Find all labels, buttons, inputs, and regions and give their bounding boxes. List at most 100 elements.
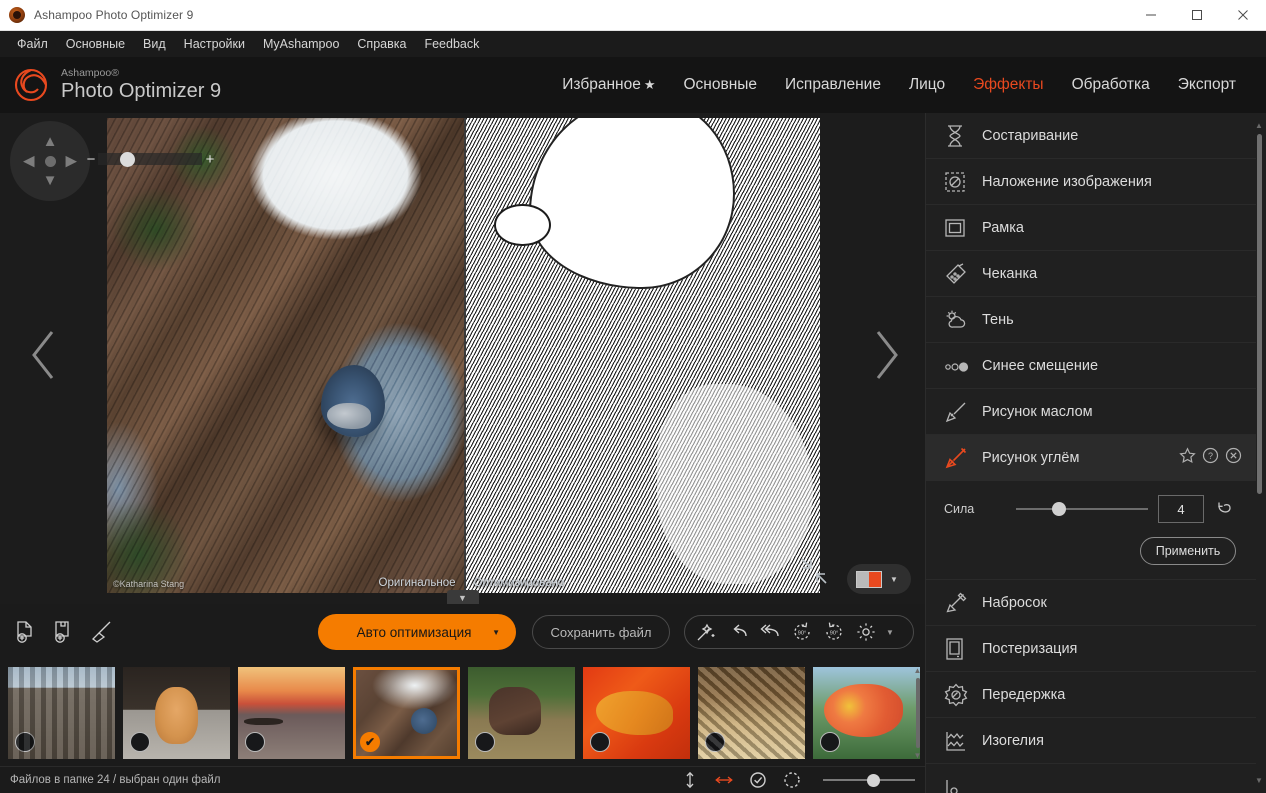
- nav-basic[interactable]: Основные: [669, 70, 771, 100]
- rotate-right-90-icon[interactable]: 90°: [819, 618, 849, 646]
- menu-help[interactable]: Справка: [348, 34, 415, 54]
- effect-item-emboss[interactable]: Чеканка: [926, 251, 1256, 297]
- thumbnail-size-slider[interactable]: [823, 772, 915, 788]
- rotate-left-90-icon[interactable]: 90°: [787, 618, 817, 646]
- effect-item-blue-shift[interactable]: Синее смещение: [926, 343, 1256, 389]
- nav-correction[interactable]: Исправление: [771, 70, 895, 100]
- menu-view[interactable]: Вид: [134, 34, 175, 54]
- menu-settings[interactable]: Настройки: [175, 34, 254, 54]
- fit-height-icon[interactable]: [679, 770, 701, 790]
- brush-clean-icon[interactable]: [86, 617, 116, 647]
- effect-item-isohelia[interactable]: Изогелия: [926, 718, 1256, 764]
- effect-item-aging[interactable]: Состаривание: [926, 113, 1256, 159]
- scroll-thumb[interactable]: [916, 678, 920, 748]
- favorite-star-icon[interactable]: [1179, 447, 1196, 469]
- scroll-up-icon[interactable]: ▲: [914, 666, 922, 675]
- zoom-in-icon[interactable]: +: [202, 151, 218, 168]
- thumb-checkbox[interactable]: [15, 732, 35, 752]
- nav-effects[interactable]: Эффекты: [959, 70, 1057, 100]
- pan-up-icon[interactable]: ▲: [43, 134, 58, 149]
- maximize-button[interactable]: [1174, 0, 1220, 31]
- thumb-cat[interactable]: [123, 667, 230, 759]
- thumb-checkbox[interactable]: [705, 732, 725, 752]
- effect-item-image-overlay[interactable]: Наложение изображения: [926, 159, 1256, 205]
- pan-center-dot[interactable]: [45, 156, 56, 167]
- dashed-circle-icon[interactable]: [781, 770, 803, 790]
- thumbnail-scrollbar[interactable]: ▲ ▼: [913, 666, 922, 760]
- strength-slider-track[interactable]: [1016, 508, 1148, 510]
- thumb-temple[interactable]: [8, 667, 115, 759]
- thumb-tree-bird[interactable]: [353, 667, 460, 759]
- optimized-image-panel[interactable]: Оптимизировано: [464, 118, 821, 593]
- thumb-checkbox[interactable]: [590, 732, 610, 752]
- slider-knob[interactable]: [867, 774, 880, 787]
- nav-export[interactable]: Экспорт: [1164, 70, 1250, 100]
- menu-feedback[interactable]: Feedback: [415, 34, 488, 54]
- undo-all-icon[interactable]: [755, 618, 785, 646]
- pan-left-icon[interactable]: ◀: [23, 154, 35, 169]
- thumb-flowers[interactable]: [813, 667, 920, 759]
- thumb-checkbox-checked[interactable]: [360, 732, 380, 752]
- pan-right-icon[interactable]: ▶: [65, 154, 77, 169]
- original-image-panel[interactable]: ©Katharina Stang Оригинальное: [107, 118, 464, 593]
- thumb-sunset-boat[interactable]: [238, 667, 345, 759]
- image-compare-area[interactable]: ©Katharina Stang Оригинальное Оптимизиро…: [107, 118, 820, 593]
- pan-control[interactable]: ▲ ▼ ◀ ▶: [10, 121, 90, 201]
- effect-item-sketch[interactable]: Набросок: [926, 580, 1256, 626]
- auto-optimize-button[interactable]: Авто оптимизация ▼: [318, 614, 516, 650]
- effect-item-frame[interactable]: Рамка: [926, 205, 1256, 251]
- menu-myashampoo[interactable]: MyAshampoo: [254, 34, 348, 54]
- effect-item-oil-painting[interactable]: Рисунок маслом: [926, 389, 1256, 435]
- zoom-slider-knob[interactable]: [120, 152, 135, 167]
- menu-file[interactable]: Файл: [8, 34, 57, 54]
- minimize-button[interactable]: [1128, 0, 1174, 31]
- scroll-down-icon[interactable]: ▼: [1255, 776, 1263, 785]
- effect-item-charcoal-drawing[interactable]: Рисунок углём ?: [926, 435, 1256, 481]
- nav-processing[interactable]: Обработка: [1058, 70, 1164, 100]
- next-image-button[interactable]: [870, 328, 902, 390]
- gear-icon[interactable]: [851, 618, 881, 646]
- thumb-checkbox[interactable]: [820, 732, 840, 752]
- help-icon[interactable]: ?: [1202, 447, 1219, 469]
- thumb-checkbox[interactable]: [245, 732, 265, 752]
- magic-wand-icon[interactable]: [691, 618, 721, 646]
- close-icon[interactable]: [1225, 447, 1242, 469]
- tools-dropdown-caret[interactable]: ▼: [883, 618, 897, 646]
- auto-optimize-caret-icon[interactable]: ▼: [492, 628, 516, 637]
- save-file-button[interactable]: Сохранить файл: [532, 615, 670, 649]
- check-circle-icon[interactable]: [747, 770, 769, 790]
- undo-icon[interactable]: [723, 618, 753, 646]
- zoom-slider-track[interactable]: [98, 153, 202, 165]
- strength-value-field[interactable]: 4: [1158, 495, 1204, 523]
- menu-basic[interactable]: Основные: [57, 34, 134, 54]
- apply-button[interactable]: Применить: [1140, 537, 1236, 565]
- thumb-horse[interactable]: [468, 667, 575, 759]
- fit-width-icon[interactable]: [713, 770, 735, 790]
- effect-item-shadow[interactable]: Тень: [926, 297, 1256, 343]
- pan-down-icon[interactable]: ▼: [43, 173, 58, 188]
- thumb-nuts[interactable]: [698, 667, 805, 759]
- add-folder-icon[interactable]: [48, 617, 78, 647]
- thumb-checkbox[interactable]: [475, 732, 495, 752]
- add-file-icon[interactable]: [10, 617, 40, 647]
- scroll-thumb[interactable]: [1257, 134, 1262, 494]
- close-button[interactable]: [1220, 0, 1266, 31]
- thumb-checkbox[interactable]: [130, 732, 150, 752]
- effects-scrollbar[interactable]: ▲ ▼: [1254, 121, 1264, 785]
- effect-item-overexposure[interactable]: Передержка: [926, 672, 1256, 718]
- strength-slider-knob[interactable]: [1052, 502, 1066, 516]
- thumb-butterfly[interactable]: [583, 667, 690, 759]
- nav-face[interactable]: Лицо: [895, 70, 959, 100]
- nav-favorites[interactable]: Избранное★: [548, 70, 669, 100]
- strength-slider[interactable]: [1016, 500, 1148, 518]
- prev-image-button[interactable]: [28, 328, 60, 390]
- collapse-viewer-tab[interactable]: ▼: [447, 590, 479, 605]
- zoom-slider[interactable]: − +: [84, 148, 218, 170]
- zoom-out-icon[interactable]: −: [84, 151, 98, 168]
- reset-icon[interactable]: [1214, 500, 1236, 518]
- split-view-toggle[interactable]: ▼: [847, 564, 911, 594]
- effect-item-posterize[interactable]: Постеризация: [926, 626, 1256, 672]
- effect-item-partial[interactable]: [926, 764, 1256, 793]
- fit-to-window-icon[interactable]: [799, 556, 829, 591]
- split-dropdown-caret[interactable]: ▼: [890, 575, 898, 584]
